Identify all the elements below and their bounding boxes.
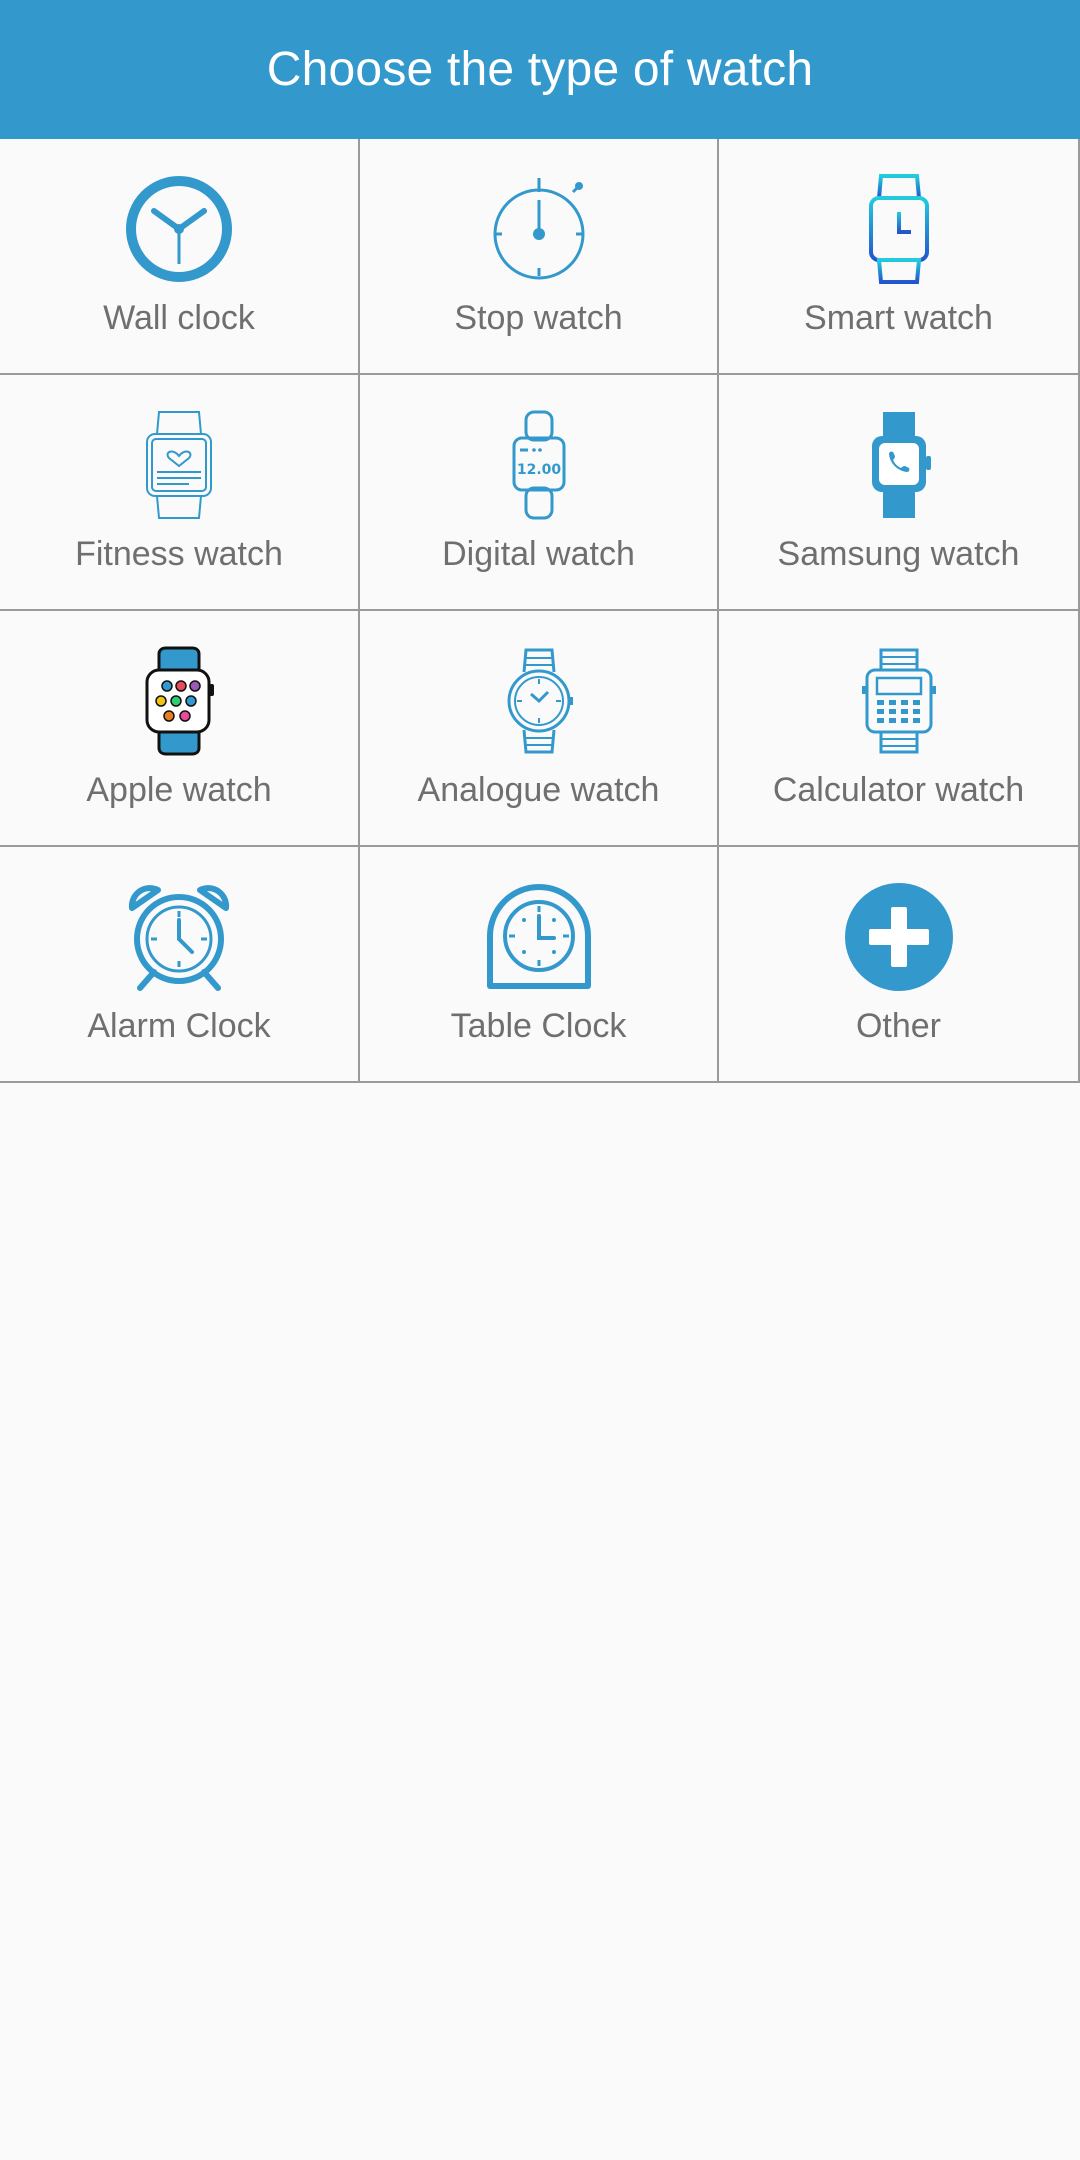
page-title: Choose the type of watch bbox=[266, 43, 814, 96]
add-icon bbox=[839, 877, 959, 997]
option-label: Other bbox=[855, 1007, 942, 1045]
option-label: Fitness watch bbox=[75, 535, 283, 573]
wall-clock-icon bbox=[119, 169, 239, 289]
option-alarm-clock[interactable]: Alarm Clock bbox=[0, 847, 360, 1083]
option-label: Digital watch bbox=[442, 535, 635, 573]
option-label: Samsung watch bbox=[777, 535, 1020, 573]
option-label: Stop watch bbox=[454, 299, 623, 337]
app-bar: Choose the type of watch bbox=[0, 0, 1080, 139]
option-label: Table Clock bbox=[450, 1007, 627, 1045]
option-table-clock[interactable]: Table Clock bbox=[360, 847, 719, 1083]
table-clock-icon bbox=[479, 877, 599, 997]
option-label: Smart watch bbox=[804, 299, 993, 337]
apple-watch-icon bbox=[119, 641, 239, 761]
alarm-clock-icon bbox=[119, 877, 239, 997]
digital-display-text: 12.00 bbox=[516, 462, 561, 478]
option-analogue-watch[interactable]: Analogue watch bbox=[360, 611, 719, 847]
option-calculator-watch[interactable]: Calculator watch bbox=[719, 611, 1080, 847]
fitness-watch-icon bbox=[119, 405, 239, 525]
samsung-watch-icon bbox=[839, 405, 959, 525]
smartwatch-icon bbox=[839, 169, 959, 289]
option-wall-clock[interactable]: Wall clock bbox=[0, 139, 360, 375]
option-digital-watch[interactable]: 12.00 Digital watch bbox=[360, 375, 719, 611]
digital-watch-icon: 12.00 bbox=[479, 405, 599, 525]
stopwatch-icon bbox=[479, 169, 599, 289]
option-smart-watch[interactable]: Smart watch bbox=[719, 139, 1080, 375]
option-stop-watch[interactable]: Stop watch bbox=[360, 139, 719, 375]
option-label: Alarm Clock bbox=[87, 1007, 271, 1045]
watch-type-grid: Wall clock Stop watch Smart watch Fitnes… bbox=[0, 139, 1080, 1083]
option-fitness-watch[interactable]: Fitness watch bbox=[0, 375, 360, 611]
option-samsung-watch[interactable]: Samsung watch bbox=[719, 375, 1080, 611]
option-apple-watch[interactable]: Apple watch bbox=[0, 611, 360, 847]
analogue-watch-icon bbox=[479, 641, 599, 761]
calculator-watch-icon bbox=[839, 641, 959, 761]
option-label: Analogue watch bbox=[417, 771, 660, 809]
option-label: Apple watch bbox=[86, 771, 272, 809]
option-other[interactable]: Other bbox=[719, 847, 1080, 1083]
option-label: Calculator watch bbox=[772, 771, 1025, 809]
option-label: Wall clock bbox=[103, 299, 255, 337]
